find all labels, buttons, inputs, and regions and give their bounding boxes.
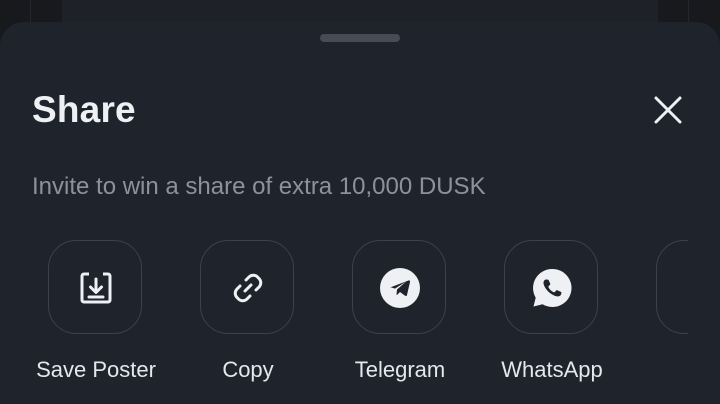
option-icon-tile: [48, 240, 142, 334]
option-icon-tile: [200, 240, 294, 334]
share-option-save-poster[interactable]: Save Poster: [20, 240, 172, 404]
telegram-icon: [380, 268, 420, 308]
whatsapp-icon: [533, 268, 572, 307]
option-label: Copy: [222, 357, 274, 382]
share-options-row: Save Poster Copy Telegram WhatsApp: [0, 240, 688, 404]
option-label: Save Poster: [36, 357, 156, 382]
drag-handle[interactable]: [320, 34, 400, 42]
share-option-more[interactable]: M: [628, 240, 688, 404]
option-icon-tile: [504, 240, 598, 334]
sheet-subtitle: Invite to win a share of extra 10,000 DU…: [32, 173, 486, 200]
close-icon: [654, 96, 682, 124]
option-icon-tile: [352, 240, 446, 334]
sheet-title: Share: [32, 89, 136, 130]
close-button[interactable]: [648, 90, 688, 130]
share-option-whatsapp[interactable]: WhatsApp: [476, 240, 628, 404]
more-app-icon: [684, 268, 688, 308]
save-poster-icon: [80, 272, 112, 304]
link-icon: [233, 273, 263, 303]
option-label: M: [628, 356, 688, 384]
share-sheet: Share Invite to win a share of extra 10,…: [0, 22, 720, 404]
option-icon-tile: [656, 240, 688, 334]
share-option-telegram[interactable]: Telegram: [324, 240, 476, 404]
option-label: Telegram: [354, 357, 446, 382]
option-label: WhatsApp: [501, 357, 603, 382]
share-option-copy[interactable]: Copy: [172, 240, 324, 404]
